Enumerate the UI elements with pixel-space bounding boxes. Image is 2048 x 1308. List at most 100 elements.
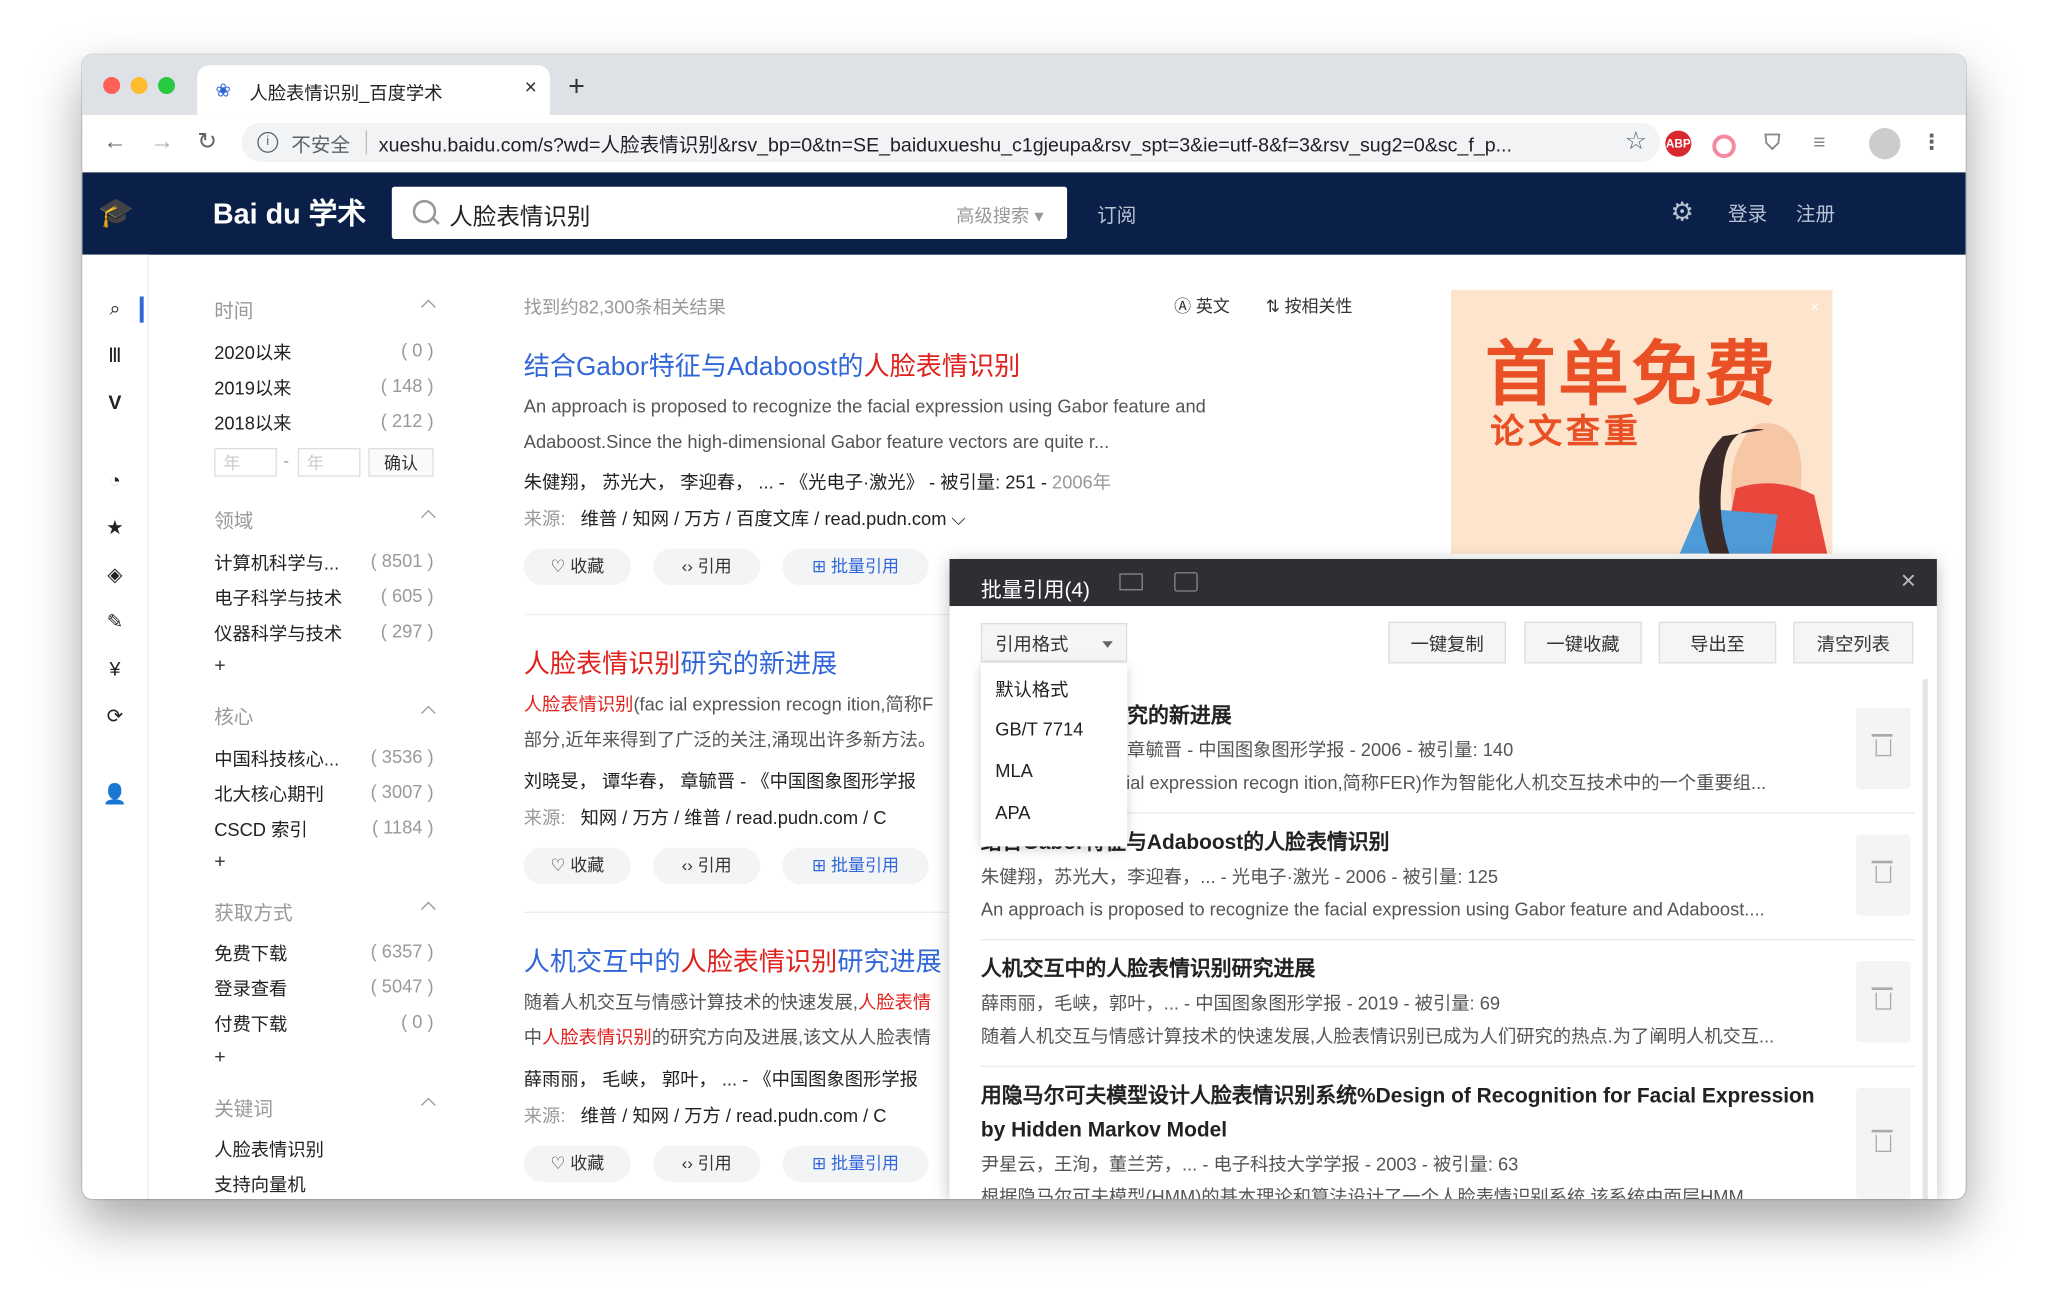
search-box[interactable]: 人脸表情识别 高级搜索 ▾	[391, 186, 1068, 240]
profile-avatar-icon[interactable]	[1869, 127, 1901, 160]
minimize-window-icon[interactable]	[130, 77, 148, 95]
expand-more-button[interactable]: +	[214, 1046, 225, 1068]
source-links[interactable]: 知网 / 万方 / 维普 / read.pudn.com / C	[581, 807, 887, 828]
result-title[interactable]: 结合Gabor特征与Adaboost的人脸表情识别	[524, 345, 1020, 383]
user-icon[interactable]: 👤	[102, 782, 128, 808]
print-icon[interactable]	[1174, 572, 1198, 592]
login-link[interactable]: 登录	[1728, 200, 1767, 227]
chevron-up-icon[interactable]	[421, 705, 436, 721]
close-window-icon[interactable]	[103, 77, 121, 95]
search-input[interactable]: 人脸表情识别	[449, 199, 590, 233]
batch-cite-button[interactable]: ⊞ 批量引用	[782, 1145, 929, 1183]
delete-citation-button[interactable]	[1855, 707, 1911, 789]
format-option[interactable]: MLA	[995, 760, 1033, 781]
refresh-icon[interactable]: ⟳	[102, 704, 128, 730]
library-icon[interactable]: Ⅲ	[102, 344, 128, 370]
new-tab-button[interactable]: +	[568, 71, 585, 100]
source-links[interactable]: 维普 / 知网 / 万方 / 百度文库 / read.pudn.com ⌵	[581, 508, 966, 529]
chevron-up-icon[interactable]	[421, 299, 436, 315]
collect-all-button[interactable]: 一键收藏	[1524, 621, 1642, 664]
mail-icon[interactable]	[1119, 573, 1143, 591]
forward-arrow-icon[interactable]: →	[150, 128, 174, 155]
filter-item[interactable]: 2020以来 ( 0 )	[214, 340, 433, 366]
baidu-scholar-logo[interactable]: Bai du 学术	[213, 191, 366, 233]
advanced-search-link[interactable]: 高级搜索 ▾	[956, 202, 1043, 228]
chevron-up-icon[interactable]	[421, 1097, 436, 1113]
info-icon[interactable]: i	[257, 131, 279, 153]
citation-format-select[interactable]: 引用格式	[980, 623, 1128, 663]
register-link[interactable]: 注册	[1796, 200, 1835, 227]
delete-citation-button[interactable]	[1855, 1087, 1911, 1199]
reload-icon[interactable]: ↻	[197, 128, 217, 155]
bookmark-star-icon[interactable]: ☆	[1625, 127, 1647, 157]
back-arrow-icon[interactable]: ←	[103, 128, 127, 155]
expand-more-button[interactable]: +	[214, 654, 225, 676]
filter-header-core[interactable]: 核心	[214, 703, 436, 730]
result-title[interactable]: 人脸表情识别研究的新进展	[524, 643, 837, 681]
filter-item[interactable]: 计算机科学与... ( 8501 )	[214, 550, 433, 576]
filter-item[interactable]: 仪器科学与技术 ( 297 )	[214, 620, 433, 646]
english-filter[interactable]: Ⓐ 英文	[1174, 293, 1230, 318]
filter-item[interactable]: 2019以来 ( 148 )	[214, 375, 433, 401]
filter-item[interactable]: CSCD 索引 ( 1184 )	[214, 816, 433, 842]
extension-list-icon[interactable]: ≡	[1806, 131, 1832, 157]
filter-item[interactable]: 中国科技核心... ( 3536 )	[214, 746, 433, 772]
gear-icon[interactable]: ⚙	[1671, 196, 1694, 229]
year-from-input[interactable]: 年	[214, 447, 277, 477]
clear-list-button[interactable]: 清空列表	[1793, 621, 1914, 664]
cite-button[interactable]: ‹› 引用	[653, 1145, 761, 1183]
copy-all-button[interactable]: 一键复制	[1388, 621, 1506, 664]
extension-shield-icon[interactable]: ⛉	[1759, 131, 1785, 157]
keyword-item[interactable]: 人脸表情识别	[214, 1136, 433, 1162]
browser-menu-icon[interactable]: ⋮	[1919, 131, 1945, 157]
chevron-up-icon[interactable]	[421, 509, 436, 525]
filter-item[interactable]: 电子科学与技术 ( 605 )	[214, 585, 433, 611]
filter-header-access[interactable]: 获取方式	[214, 899, 436, 926]
rss-icon[interactable]: ◔	[102, 469, 128, 495]
export-button[interactable]: 导出至	[1658, 621, 1777, 664]
filter-item[interactable]: 免费下载 ( 6357 )	[214, 940, 433, 966]
scholar-cap-icon[interactable]: 🎓	[98, 196, 134, 230]
extension-ring-icon[interactable]	[1712, 134, 1736, 159]
omnibox[interactable]: i 不安全 xueshu.baidu.com/s?wd=人脸表情识别&rsv_b…	[241, 122, 1661, 162]
year-to-input[interactable]: 年	[297, 447, 361, 477]
filter-item[interactable]: 2018以来 ( 212 )	[214, 410, 433, 436]
format-option[interactable]: 默认格式	[995, 677, 1068, 703]
ad-banner[interactable]: 首单免费 论文查重 ×	[1451, 289, 1833, 554]
favorite-button[interactable]: ♡ 收藏	[523, 548, 631, 586]
browser-tab[interactable]: ❀ 人脸表情识别_百度学术 ×	[197, 65, 550, 115]
sort-dropdown[interactable]: ⇅ 按相关性	[1266, 293, 1353, 318]
close-tab-icon[interactable]: ×	[525, 77, 537, 101]
layers-icon[interactable]: ◈	[102, 563, 128, 589]
chevron-up-icon[interactable]	[421, 901, 436, 917]
url-text[interactable]: xueshu.baidu.com/s?wd=人脸表情识别&rsv_bp=0&tn…	[379, 131, 1512, 158]
source-links[interactable]: 维普 / 知网 / 万方 / read.pudn.com / C	[581, 1105, 887, 1126]
close-icon[interactable]: ×	[1901, 567, 1916, 597]
delete-citation-button[interactable]	[1855, 834, 1911, 916]
format-option[interactable]: APA	[995, 802, 1030, 823]
panel-scrollbar[interactable]	[1922, 679, 1928, 1199]
format-option[interactable]: GB/T 7714	[995, 718, 1083, 739]
favorite-button[interactable]: ♡ 收藏	[523, 847, 631, 885]
adblock-icon[interactable]: ABP	[1665, 130, 1692, 157]
batch-cite-button[interactable]: ⊞ 批量引用	[782, 548, 929, 586]
cite-button[interactable]: ‹› 引用	[653, 548, 761, 586]
year-confirm-button[interactable]: 确认	[368, 447, 434, 477]
pen-icon[interactable]: ✎	[102, 610, 128, 636]
keyword-item[interactable]: 支持向量机	[214, 1172, 433, 1198]
search-icon[interactable]: ⌕	[102, 296, 128, 322]
ad-close-icon[interactable]: ×	[1810, 298, 1819, 316]
subscribe-link[interactable]: 订阅	[1097, 201, 1136, 228]
delete-citation-button[interactable]	[1855, 961, 1911, 1043]
verify-v-icon[interactable]: V	[102, 391, 128, 417]
filter-item[interactable]: 登录查看 ( 5047 )	[214, 976, 433, 1002]
star-icon[interactable]: ★	[102, 516, 128, 542]
yen-icon[interactable]: ¥	[102, 657, 128, 683]
favorite-button[interactable]: ♡ 收藏	[523, 1145, 631, 1183]
expand-more-button[interactable]: +	[214, 850, 225, 872]
filter-item[interactable]: 北大核心期刊 ( 3007 )	[214, 781, 433, 807]
cite-button[interactable]: ‹› 引用	[653, 847, 761, 885]
filter-header-time[interactable]: 时间	[214, 296, 436, 323]
filter-header-keywords[interactable]: 关键词	[214, 1095, 436, 1122]
filter-item[interactable]: 付费下载 ( 0 )	[214, 1011, 433, 1037]
